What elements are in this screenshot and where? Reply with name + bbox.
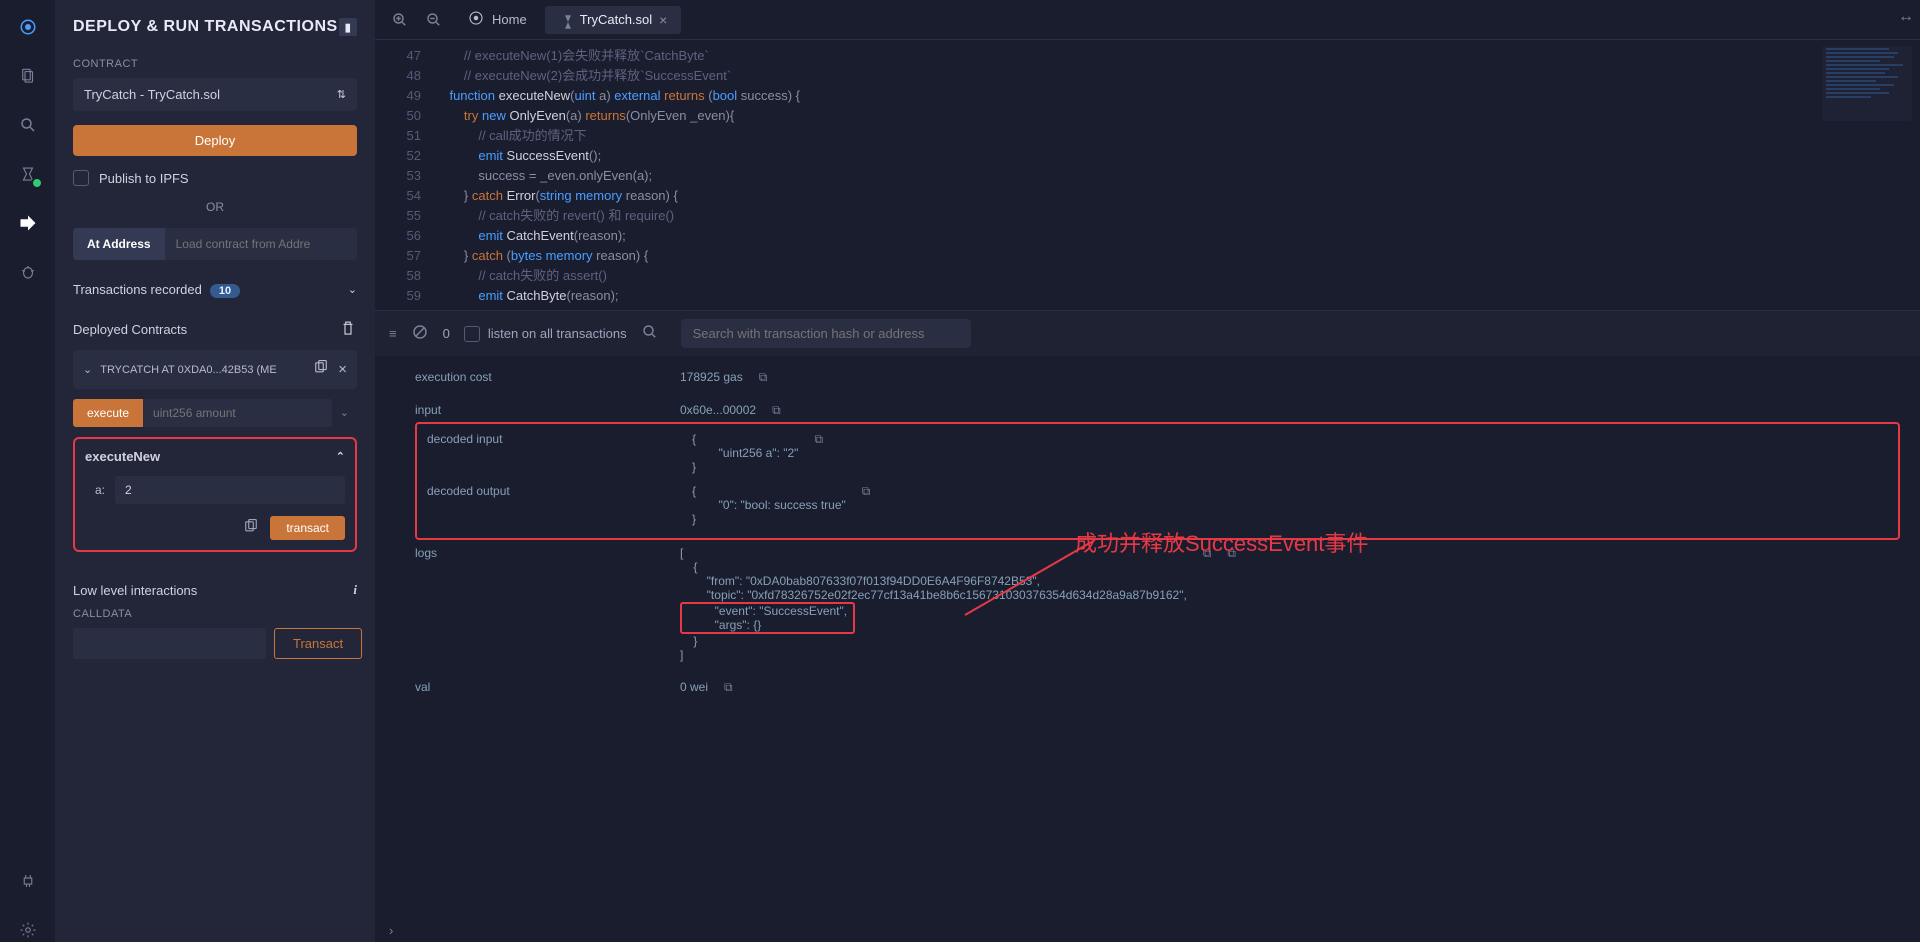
lowlevel-header: Low level interactions i	[73, 582, 357, 598]
decoded-output-value: { "0": "bool: success true" }	[692, 484, 846, 526]
close-tab-icon[interactable]: ×	[659, 12, 667, 28]
contract-select[interactable]: TryCatch - TryCatch.sol ⇅	[73, 78, 357, 111]
chevron-updown-icon: ⇅	[337, 88, 346, 101]
listen-all-checkbox[interactable]	[464, 326, 480, 342]
clear-terminal-icon[interactable]	[411, 323, 429, 344]
panel-title: DEPLOY & RUN TRANSACTIONS ▮	[73, 18, 357, 36]
executenew-section-highlight: executeNew ⌃ a: transact	[73, 437, 357, 552]
solidity-icon	[559, 13, 573, 27]
logs-label: logs	[415, 546, 680, 560]
logs-value: [ { "from": "0xDA0bab807633f07f013f94DD0…	[680, 546, 1187, 662]
val-label: val	[415, 680, 680, 694]
info-icon[interactable]: i	[353, 582, 357, 598]
maximize-icon[interactable]: ↔	[1898, 8, 1914, 26]
tab-home[interactable]: Home	[453, 3, 541, 36]
executenew-header[interactable]: executeNew ⌃	[85, 449, 345, 464]
exec-cost-label: execution cost	[415, 370, 680, 384]
code-editor[interactable]: 4748495051525354555657585960 // executeN…	[375, 40, 1920, 310]
at-address-button[interactable]: At Address	[73, 228, 165, 260]
deploy-icon[interactable]	[16, 211, 40, 235]
deploy-button[interactable]: Deploy	[73, 125, 357, 156]
publish-ipfs-checkbox[interactable]	[73, 170, 89, 186]
trash-icon[interactable]	[339, 319, 357, 340]
tab-trycatch-sol[interactable]: TryCatch.sol ×	[545, 6, 682, 34]
copy-icon[interactable]	[312, 359, 330, 380]
code-content[interactable]: // executeNew(1)会失败并释放`CatchByte` // exe…	[435, 40, 1920, 310]
copy-icon[interactable]: ⧉	[772, 403, 781, 418]
settings-icon[interactable]	[16, 918, 40, 942]
toggle-terminal-icon[interactable]: ≡	[389, 326, 397, 341]
copy-icon[interactable]: ⧉	[724, 680, 733, 695]
main-area: ↔ Home TryCatch.sol × 474849505152535455…	[375, 0, 1920, 942]
val-value: 0 wei	[680, 680, 708, 694]
or-divider: OR	[73, 200, 357, 214]
debugger-icon[interactable]	[16, 260, 40, 284]
copy-icon[interactable]: ⧉	[759, 370, 768, 385]
deploy-run-panel: DEPLOY & RUN TRANSACTIONS ▮ CONTRACT Try…	[55, 0, 375, 942]
chevron-up-icon: ⌃	[336, 450, 345, 463]
chevron-down-icon[interactable]: ⌄	[332, 399, 357, 427]
minimap[interactable]	[1822, 46, 1912, 121]
zoom-out-icon[interactable]	[419, 5, 449, 35]
terminal-prompt[interactable]: ›	[375, 919, 1920, 942]
transactions-recorded-header[interactable]: Transactions recorded10 ⌄	[73, 282, 357, 297]
annotation-text: 成功并释放SuccessEvent事件	[1075, 526, 1368, 558]
pending-tx-count: 0	[443, 326, 450, 341]
contract-label: CONTRACT	[73, 58, 357, 70]
decoded-input-value: { "uint256 a": "2" }	[692, 432, 798, 474]
terminal-toolbar: ≡ 0 listen on all transactions	[375, 310, 1920, 356]
copy-icon[interactable]: ⧉	[814, 432, 823, 447]
transact-button[interactable]: transact	[270, 516, 345, 540]
listen-all-label: listen on all transactions	[488, 326, 627, 341]
input-value: 0x60e...00002	[680, 403, 756, 417]
tx-count-badge: 10	[210, 284, 240, 298]
tab-bar: Home TryCatch.sol ×	[375, 0, 1920, 40]
publish-ipfs-label: Publish to IPFS	[99, 171, 189, 186]
input-label: input	[415, 403, 680, 417]
execute-function-button[interactable]: execute	[73, 399, 143, 427]
decoded-section-highlight: decoded input { "uint256 a": "2" } ⧉ deco…	[415, 422, 1900, 540]
file-explorer-icon[interactable]	[16, 64, 40, 88]
deployed-contract-instance[interactable]: ⌄ TRYCATCH AT 0XDA0...42B53 (ME ×	[73, 350, 357, 389]
remix-logo-icon[interactable]	[16, 15, 40, 39]
line-gutter: 4748495051525354555657585960	[375, 40, 435, 310]
collapse-panel-icon[interactable]: ▮	[339, 18, 357, 36]
search-icon[interactable]	[641, 323, 659, 344]
plugin-manager-icon[interactable]	[16, 869, 40, 893]
exec-cost-value: 178925 gas	[680, 370, 743, 384]
param-a-label: a:	[85, 483, 105, 497]
transact-lowlevel-button[interactable]: Transact	[274, 628, 362, 659]
execute-param-input[interactable]	[143, 399, 332, 427]
chevron-down-icon: ⌄	[83, 363, 92, 376]
icon-sidebar	[0, 0, 55, 942]
copy-icon[interactable]: ⧉	[862, 484, 871, 499]
zoom-in-icon[interactable]	[385, 5, 415, 35]
param-a-input[interactable]	[115, 476, 345, 504]
close-icon[interactable]: ×	[338, 361, 347, 378]
decoded-output-label: decoded output	[427, 484, 692, 498]
at-address-input[interactable]	[165, 228, 357, 260]
deployed-contracts-header: Deployed Contracts	[73, 319, 357, 340]
calldata-label: CALLDATA	[73, 608, 357, 620]
terminal-output[interactable]: execution cost 178925 gas ⧉ input 0x60e..…	[375, 356, 1920, 919]
compiler-icon[interactable]	[16, 162, 40, 186]
search-icon[interactable]	[16, 113, 40, 137]
calldata-input[interactable]	[73, 628, 266, 659]
tx-search-input[interactable]	[681, 319, 971, 348]
home-icon	[467, 9, 485, 30]
decoded-input-label: decoded input	[427, 432, 692, 446]
copy-icon[interactable]	[242, 518, 260, 539]
chevron-down-icon: ⌄	[348, 283, 357, 296]
